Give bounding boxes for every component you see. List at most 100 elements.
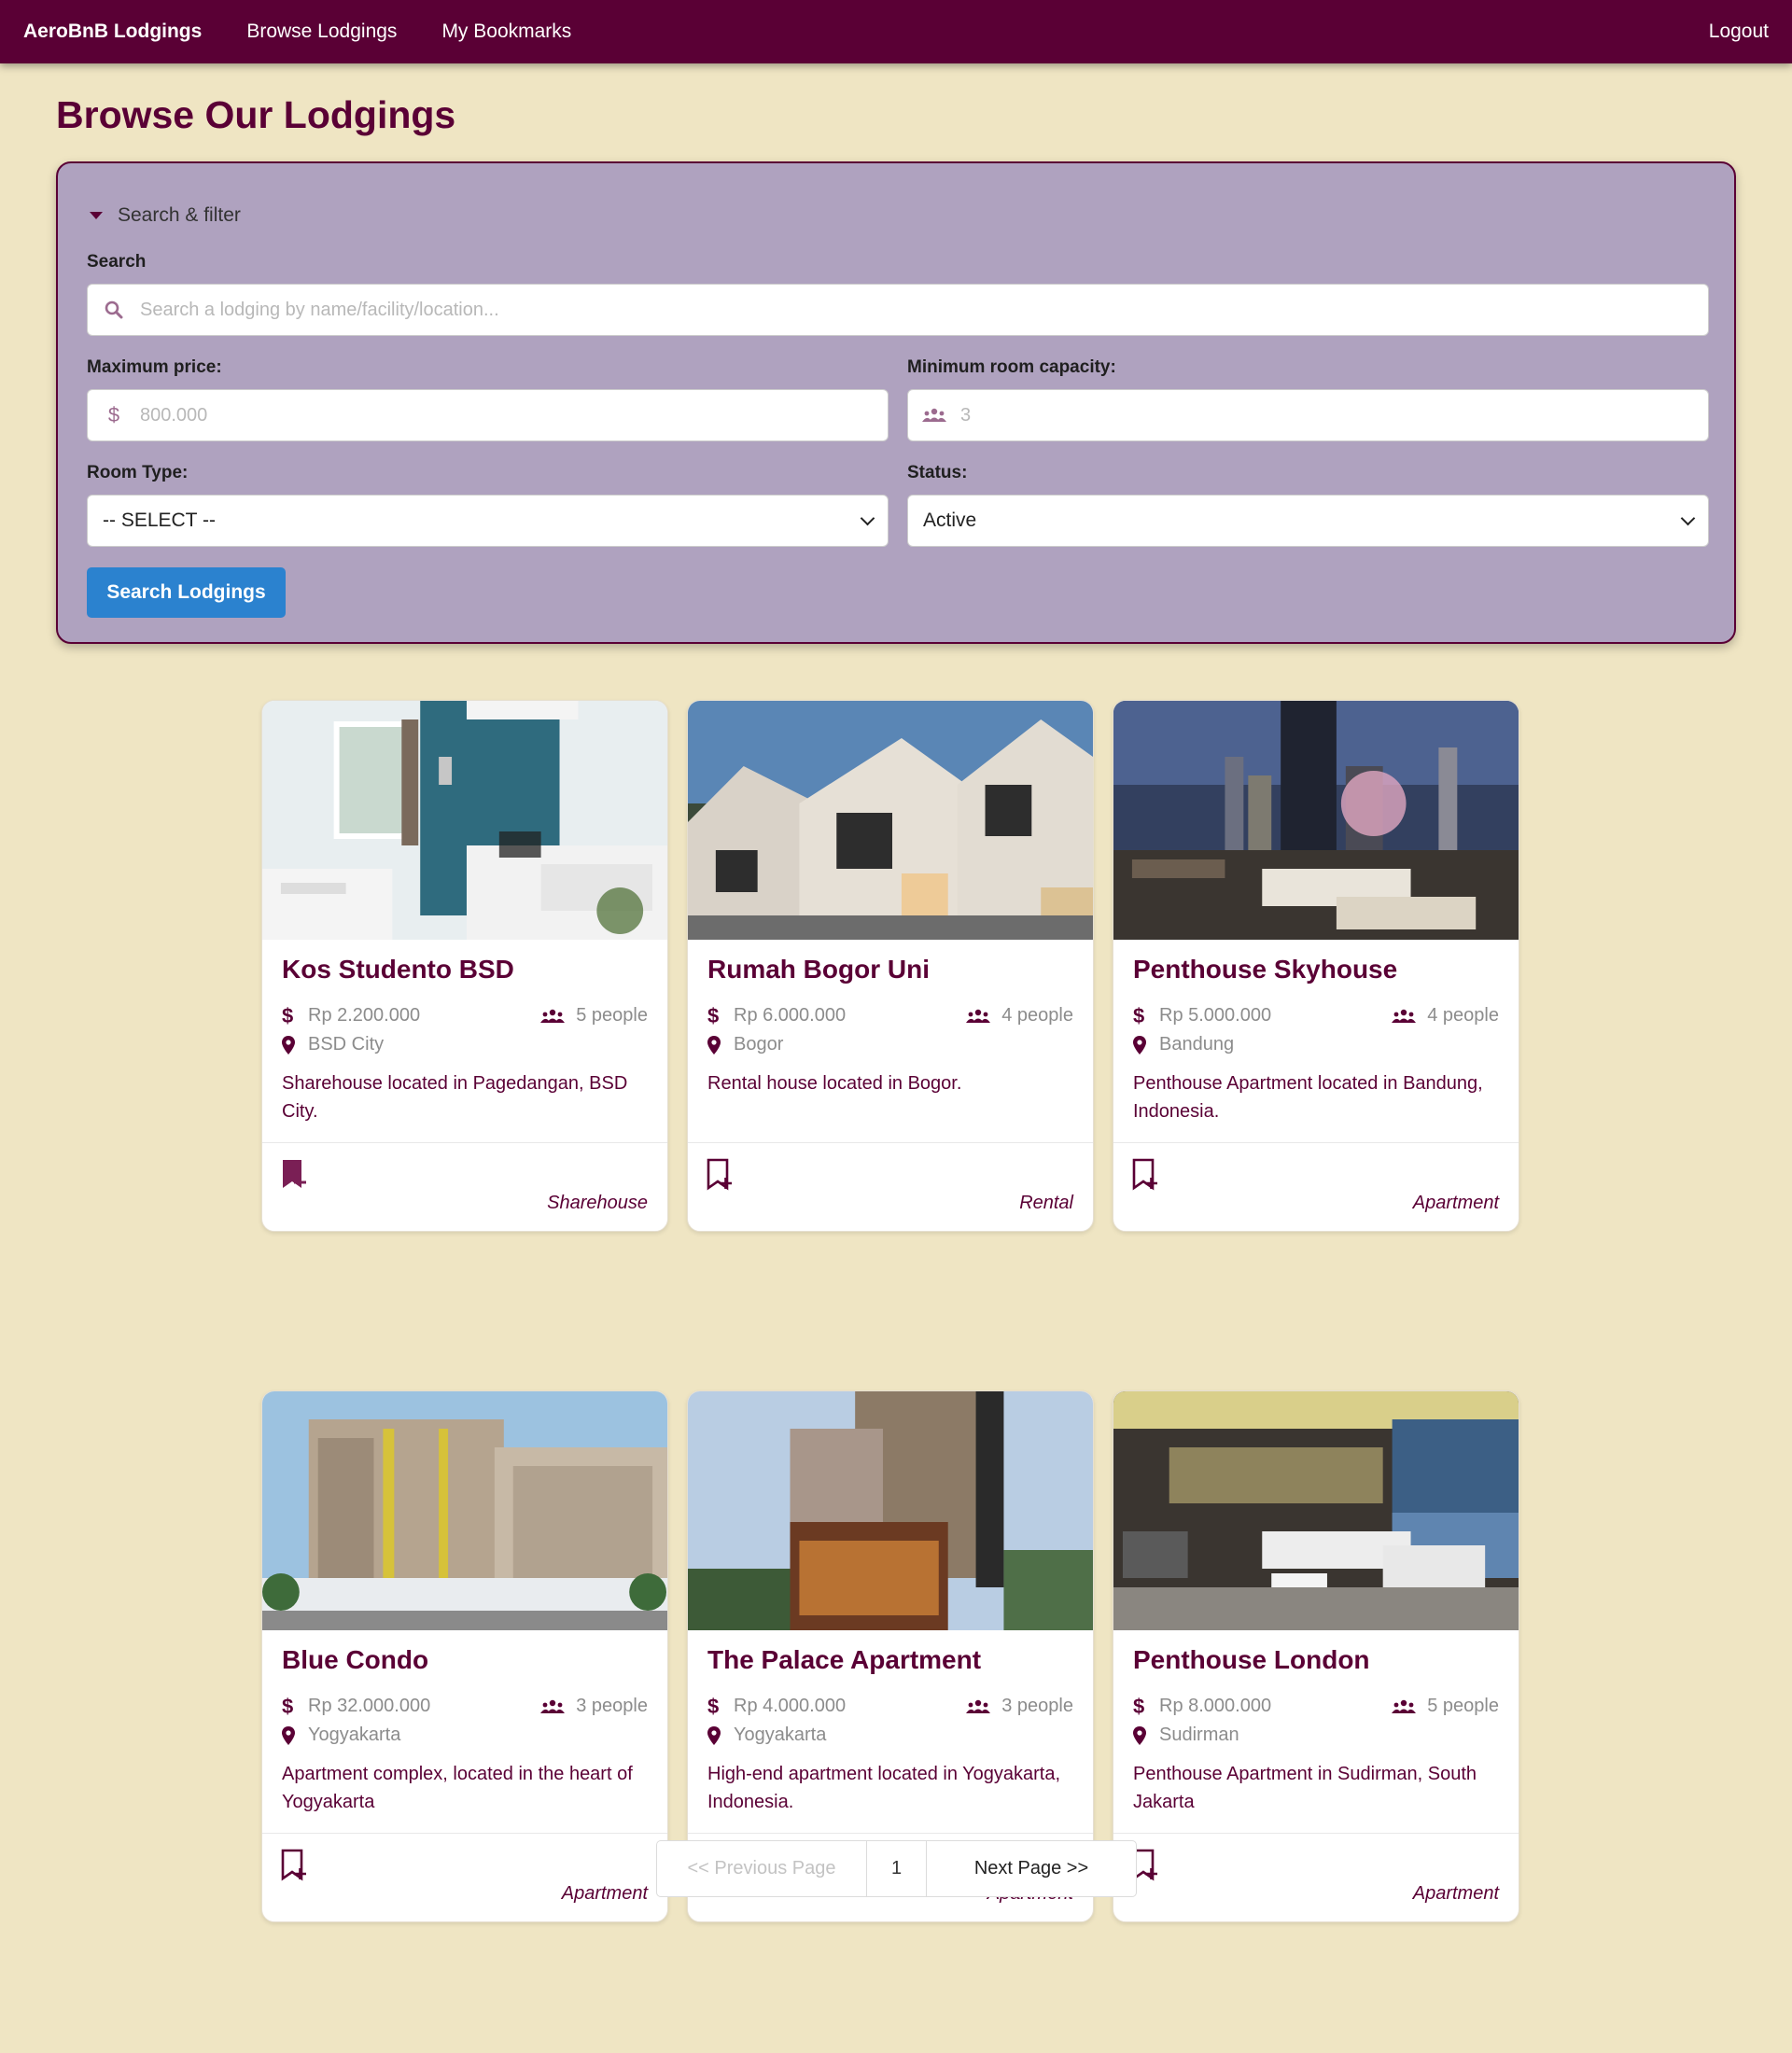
lodging-location: Bandung [1159, 1034, 1235, 1054]
lodging-grid: Kos Studento BSD $ Rp 2.200.000 5 people … [261, 700, 1521, 1922]
location-pin-icon [282, 1725, 308, 1745]
lodging-description: Penthouse Apartment in Sudirman, South J… [1133, 1764, 1477, 1812]
lodging-location: Yogyakarta [308, 1725, 401, 1745]
lodging-price: Rp 6.000.000 [734, 1005, 847, 1026]
lodging-price: Rp 4.000.000 [734, 1696, 847, 1716]
bookmark-add-icon[interactable] [280, 1849, 308, 1882]
lodging-description: Penthouse Apartment located in Bandung, … [1133, 1073, 1483, 1122]
location-pin-icon [282, 1035, 308, 1054]
lodging-card[interactable]: Kos Studento BSD $ Rp 2.200.000 5 people … [261, 700, 668, 1232]
dollar-icon: $ [107, 403, 120, 426]
lodging-capacity: 3 people [1001, 1696, 1073, 1716]
lodging-price: Rp 8.000.000 [1159, 1696, 1272, 1716]
search-filter-toggle[interactable]: Search & filter [90, 204, 241, 227]
caret-down-icon [90, 212, 103, 219]
lodging-capacity: 5 people [1427, 1696, 1499, 1716]
status-selected: Active [923, 510, 977, 531]
location-pin-icon [1133, 1035, 1159, 1054]
bookmark-add-icon[interactable] [1131, 1158, 1159, 1192]
lodging-image-condo-building [262, 1391, 667, 1630]
lodging-type: Apartment [1412, 1193, 1499, 1213]
users-icon [540, 1009, 576, 1024]
nav-my-bookmarks[interactable]: My Bookmarks [441, 21, 571, 43]
dollar-icon: $ [282, 1003, 294, 1027]
min-capacity-label: Minimum room capacity: [907, 357, 1116, 377]
location-pin-icon [707, 1035, 734, 1054]
location-pin-icon [707, 1725, 734, 1745]
logout-link[interactable]: Logout [1709, 21, 1769, 43]
dollar-icon: $ [1133, 1003, 1145, 1027]
users-icon [966, 1009, 1001, 1024]
lodging-name: Penthouse London [1133, 1645, 1370, 1674]
lodging-description: Apartment complex, located in the heart … [282, 1764, 633, 1812]
lodging-name: Penthouse Skyhouse [1133, 955, 1398, 984]
lodging-type: Apartment [561, 1883, 648, 1904]
max-price-label: Maximum price: [87, 357, 222, 377]
pagination: << Previous Page 1 Next Page >> [656, 1840, 1137, 1897]
next-page-button[interactable]: Next Page >> [927, 1841, 1136, 1896]
room-type-label: Room Type: [87, 463, 189, 482]
lodging-name: The Palace Apartment [707, 1645, 982, 1674]
users-icon [1392, 1699, 1427, 1714]
min-capacity-field [907, 389, 1709, 441]
users-icon [1392, 1009, 1427, 1024]
lodging-type: Rental [1019, 1193, 1073, 1213]
page-title: Browse Our Lodgings [56, 93, 456, 136]
lodging-location: Sudirman [1159, 1725, 1239, 1745]
dollar-icon: $ [282, 1694, 294, 1718]
search-field [87, 284, 1709, 336]
users-icon [908, 408, 960, 423]
search-lodgings-button[interactable]: Search Lodgings [87, 567, 286, 618]
lodging-image-night-terrace [1113, 701, 1519, 940]
lodging-card[interactable]: Rumah Bogor Uni $ Rp 6.000.000 4 people B… [687, 700, 1094, 1232]
dollar-icon: $ [1133, 1694, 1145, 1718]
lodging-capacity: 3 people [576, 1696, 648, 1716]
lodging-capacity: 4 people [1427, 1005, 1499, 1026]
search-filter-toggle-label: Search & filter [118, 204, 241, 226]
room-type-selected: -- SELECT -- [103, 510, 216, 531]
lodging-image-living-room [1113, 1391, 1519, 1630]
lodging-capacity: 5 people [576, 1005, 648, 1026]
search-label: Search [87, 252, 147, 272]
page-number-1[interactable]: 1 [867, 1841, 927, 1896]
search-filter-panel: Search & filter Search Maximum price: $ … [56, 161, 1736, 644]
max-price-input[interactable] [140, 390, 888, 440]
lodging-image-townhouse [688, 701, 1093, 940]
previous-page-button[interactable]: << Previous Page [657, 1841, 867, 1896]
bookmark-filled-icon[interactable] [280, 1158, 308, 1192]
lodging-price: Rp 5.000.000 [1159, 1005, 1272, 1026]
lodging-location: Bogor [734, 1034, 784, 1054]
lodging-location: BSD City [308, 1034, 385, 1054]
users-icon [540, 1699, 576, 1714]
chevron-down-icon [1680, 510, 1696, 525]
location-pin-icon [1133, 1725, 1159, 1745]
top-navbar: AeroBnB Lodgings Browse Lodgings My Book… [0, 0, 1792, 63]
lodging-type: Apartment [1412, 1883, 1499, 1904]
lodging-name: Rumah Bogor Uni [707, 955, 930, 984]
lodging-card[interactable]: Penthouse Skyhouse $ Rp 5.000.000 4 peopl… [1113, 700, 1519, 1232]
lodging-capacity: 4 people [1001, 1005, 1073, 1026]
min-capacity-input[interactable] [960, 390, 1708, 440]
lodging-image-palace-tower [688, 1391, 1093, 1630]
users-icon [966, 1699, 1001, 1714]
nav-browse-lodgings[interactable]: Browse Lodgings [246, 21, 397, 43]
lodging-image-bedroom [262, 701, 667, 940]
status-label: Status: [907, 463, 968, 482]
lodging-name: Blue Condo [282, 1645, 429, 1674]
lodging-name: Kos Studento BSD [282, 955, 514, 984]
lodging-card[interactable]: Penthouse London $ Rp 8.000.000 5 people … [1113, 1390, 1519, 1922]
dollar-icon: $ [707, 1003, 720, 1027]
lodging-location: Yogyakarta [734, 1725, 827, 1745]
max-price-field: $ [87, 389, 889, 441]
bookmark-add-icon[interactable] [706, 1158, 734, 1192]
room-type-select[interactable]: -- SELECT -- [87, 495, 889, 547]
brand-link[interactable]: AeroBnB Lodgings [23, 21, 202, 43]
lodging-description: High-end apartment located in Yogyakarta… [707, 1764, 1061, 1812]
search-input[interactable] [140, 285, 1708, 335]
lodging-type: Sharehouse [547, 1193, 648, 1213]
lodging-card[interactable]: Blue Condo $ Rp 32.000.000 3 people Yogya… [261, 1390, 668, 1922]
chevron-down-icon [860, 510, 875, 525]
lodging-price: Rp 2.200.000 [308, 1005, 421, 1026]
lodging-description: Rental house located in Bogor. [707, 1073, 962, 1094]
status-select[interactable]: Active [907, 495, 1709, 547]
